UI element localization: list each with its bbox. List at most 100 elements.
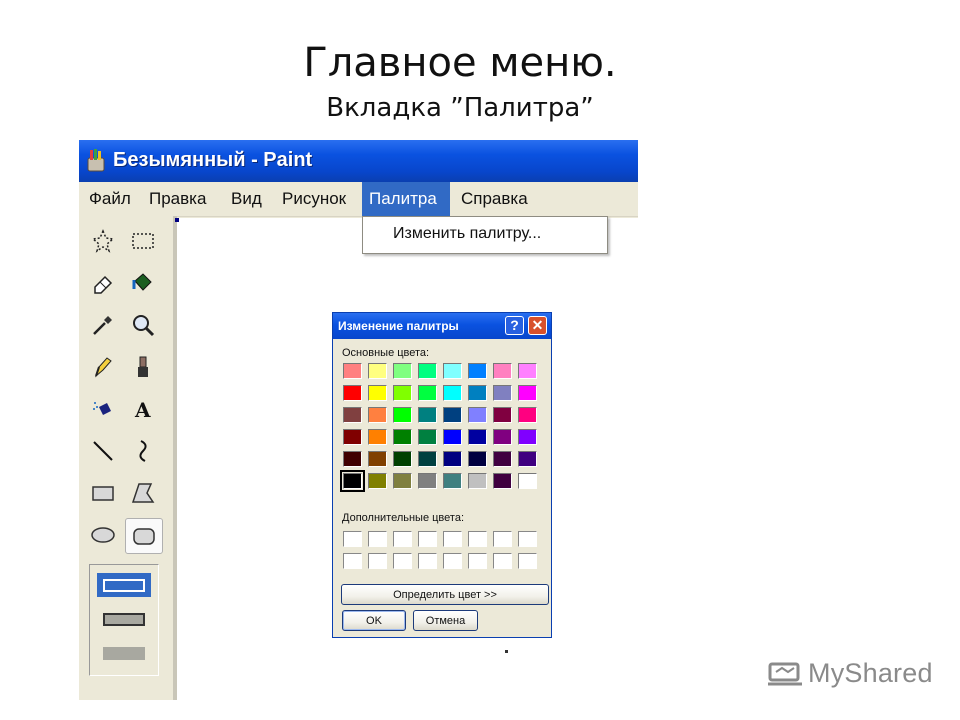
menu-view[interactable]: Вид <box>224 182 269 216</box>
tool-text[interactable]: A <box>125 392 161 426</box>
fill-option-outline[interactable] <box>97 573 151 597</box>
fill-option-outline-fill[interactable] <box>97 607 151 631</box>
color-swatch[interactable] <box>340 470 365 492</box>
ok-button[interactable]: OK <box>342 610 406 631</box>
tool-color-picker[interactable] <box>85 308 121 342</box>
tool-free-select[interactable] <box>85 224 121 258</box>
help-button[interactable]: ? <box>505 316 524 335</box>
tool-rect-select[interactable] <box>125 224 161 258</box>
custom-color-slot[interactable] <box>493 553 512 569</box>
menu-item-edit-palette[interactable]: Изменить палитру... <box>393 225 541 243</box>
color-swatch[interactable] <box>418 385 437 401</box>
color-swatch[interactable] <box>493 473 512 489</box>
tool-rounded-rect[interactable] <box>125 518 163 554</box>
color-swatch[interactable] <box>393 363 412 379</box>
color-swatch[interactable] <box>393 385 412 401</box>
color-swatch[interactable] <box>393 473 412 489</box>
cancel-button[interactable]: Отмена <box>413 610 478 631</box>
color-swatch[interactable] <box>493 363 512 379</box>
custom-color-slot[interactable] <box>393 531 412 547</box>
color-swatch[interactable] <box>468 385 487 401</box>
custom-color-slot[interactable] <box>368 531 387 547</box>
color-swatch[interactable] <box>493 451 512 467</box>
custom-color-slot[interactable] <box>368 553 387 569</box>
tool-fill[interactable] <box>125 266 161 300</box>
color-swatch[interactable] <box>343 429 362 445</box>
color-swatch[interactable] <box>443 473 462 489</box>
color-swatch[interactable] <box>468 451 487 467</box>
menu-palette[interactable]: Палитра <box>362 182 450 216</box>
tool-brush[interactable] <box>125 350 161 384</box>
fill-option-fill-only[interactable] <box>97 641 151 665</box>
dialog-titlebar[interactable]: Изменение палитры ? ✕ <box>333 313 551 339</box>
color-swatch[interactable] <box>368 385 387 401</box>
custom-colors-grid <box>343 531 543 575</box>
color-swatch[interactable] <box>468 429 487 445</box>
color-swatch[interactable] <box>493 429 512 445</box>
color-swatch[interactable] <box>468 407 487 423</box>
color-swatch[interactable] <box>393 407 412 423</box>
tool-rectangle[interactable] <box>85 476 121 510</box>
color-swatch[interactable] <box>418 363 437 379</box>
close-button[interactable]: ✕ <box>528 316 547 335</box>
color-swatch[interactable] <box>518 363 537 379</box>
color-swatch[interactable] <box>518 473 537 489</box>
custom-color-slot[interactable] <box>418 531 437 547</box>
color-swatch[interactable] <box>518 451 537 467</box>
color-swatch[interactable] <box>368 429 387 445</box>
custom-color-slot[interactable] <box>468 531 487 547</box>
menu-edit[interactable]: Правка <box>142 182 213 216</box>
tool-eraser[interactable] <box>85 266 121 300</box>
tool-airbrush[interactable] <box>85 392 121 426</box>
color-swatch[interactable] <box>368 451 387 467</box>
define-color-button[interactable]: Определить цвет >> <box>341 584 549 605</box>
custom-color-slot[interactable] <box>343 553 362 569</box>
custom-color-slot[interactable] <box>493 531 512 547</box>
color-swatch[interactable] <box>443 429 462 445</box>
color-swatch[interactable] <box>368 407 387 423</box>
custom-color-slot[interactable] <box>343 531 362 547</box>
tool-magnifier[interactable] <box>125 308 161 342</box>
color-swatch[interactable] <box>443 385 462 401</box>
color-swatch[interactable] <box>518 407 537 423</box>
color-swatch[interactable] <box>368 473 387 489</box>
tool-polygon[interactable] <box>125 476 161 510</box>
tool-line[interactable] <box>85 434 121 468</box>
custom-color-slot[interactable] <box>468 553 487 569</box>
color-swatch[interactable] <box>418 451 437 467</box>
custom-color-slot[interactable] <box>443 553 462 569</box>
menu-bar: Файл Правка Вид Рисунок Палитра Справка <box>79 182 638 217</box>
custom-color-slot[interactable] <box>518 531 537 547</box>
custom-color-slot[interactable] <box>518 553 537 569</box>
custom-color-slot[interactable] <box>443 531 462 547</box>
color-swatch[interactable] <box>368 363 387 379</box>
canvas-resize-handle[interactable] <box>175 218 179 222</box>
menu-file[interactable]: Файл <box>82 182 138 216</box>
color-swatch[interactable] <box>343 451 362 467</box>
tool-curve[interactable] <box>125 434 161 468</box>
custom-color-slot[interactable] <box>393 553 412 569</box>
color-swatch[interactable] <box>518 429 537 445</box>
color-swatch[interactable] <box>443 363 462 379</box>
color-swatch[interactable] <box>518 385 537 401</box>
menu-help[interactable]: Справка <box>454 182 535 216</box>
color-swatch[interactable] <box>493 385 512 401</box>
window-titlebar[interactable]: Безымянный - Paint <box>79 140 638 182</box>
color-swatch[interactable] <box>468 473 487 489</box>
color-swatch[interactable] <box>418 429 437 445</box>
color-swatch[interactable] <box>393 429 412 445</box>
color-swatch[interactable] <box>443 407 462 423</box>
tool-pencil[interactable] <box>85 350 121 384</box>
color-swatch[interactable] <box>343 363 362 379</box>
tool-ellipse[interactable] <box>85 518 121 552</box>
color-swatch[interactable] <box>393 451 412 467</box>
color-swatch[interactable] <box>343 407 362 423</box>
color-swatch[interactable] <box>418 407 437 423</box>
color-swatch[interactable] <box>418 473 437 489</box>
color-swatch[interactable] <box>443 451 462 467</box>
color-swatch[interactable] <box>468 363 487 379</box>
custom-color-slot[interactable] <box>418 553 437 569</box>
color-swatch[interactable] <box>343 385 362 401</box>
menu-image[interactable]: Рисунок <box>275 182 353 216</box>
color-swatch[interactable] <box>493 407 512 423</box>
